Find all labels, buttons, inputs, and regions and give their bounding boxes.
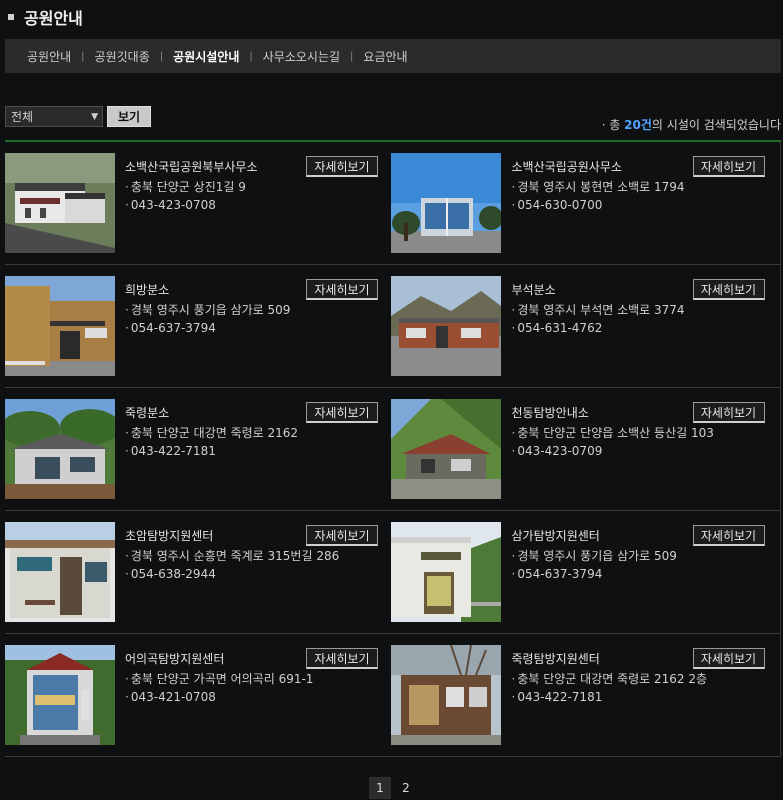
facility-photo[interactable] <box>390 153 501 253</box>
facility-photo[interactable] <box>5 276 115 376</box>
detail-button[interactable]: 자세히보기 <box>692 279 765 300</box>
facility-card: 삼가탐방지원센터 · 경북 영주시 풍기읍 삼가로 509 · 054-637-37… <box>390 511 780 634</box>
facility-phone: · 054-630-0700 <box>511 198 603 212</box>
facility-address: · 경북 영주시 봉현면 소백로 1794 <box>511 180 685 194</box>
tab-separator: | <box>159 50 164 62</box>
tab-park-info[interactable]: 공원안내 <box>27 48 71 65</box>
detail-button[interactable]: 자세히보기 <box>306 279 378 300</box>
tab-separator: | <box>350 50 354 62</box>
page-title: 공원안내 <box>8 4 83 30</box>
facility-card: 소백산국립공원북부사무소 · 충북 단양군 상진1길 9 · 043-423-070… <box>5 142 393 265</box>
category-select[interactable]: 전체 ▼ <box>5 106 103 127</box>
facility-phone: · 043-422-7181 <box>511 690 603 704</box>
sub-navigation: 공원안내 | 공원깃대종 | 공원시설안내 | 사무소오시는길 | 요금안내 <box>5 39 781 73</box>
facility-card: 죽령탐방지원센터 · 충북 단양군 대강면 죽령로 2162 2층 · 043-42… <box>390 634 780 757</box>
facility-photo[interactable] <box>390 276 501 376</box>
facility-photo[interactable] <box>5 522 115 622</box>
tab-separator: | <box>81 50 85 62</box>
facility-phone: · 043-421-0708 <box>125 690 216 704</box>
chevron-down-icon: ▼ <box>91 111 98 122</box>
facility-row: 어의곡탐방지원센터 · 충북 단양군 가곡면 어의곡리 691-1 · 043-42… <box>5 634 780 757</box>
pagination: 1 2 <box>369 777 417 799</box>
facility-card: 죽령분소 · 충북 단양군 대강면 죽령로 2162 · 043-422-7181 … <box>5 388 393 511</box>
facility-address: · 경북 영주시 풍기읍 삼가로 509 <box>125 303 291 317</box>
facility-photo[interactable] <box>5 153 115 253</box>
facility-photo[interactable] <box>390 522 501 622</box>
facility-card: 부석분소 · 경북 영주시 부석면 소백로 3774 · 054-631-4762 … <box>390 265 780 388</box>
category-select-value: 전체 <box>11 110 34 124</box>
facility-address: · 충북 단양군 상진1길 9 <box>125 180 246 194</box>
facility-row: 소백산국립공원북부사무소 · 충북 단양군 상진1길 9 · 043-423-070… <box>5 142 780 265</box>
detail-button[interactable]: 자세히보기 <box>306 402 378 423</box>
page-link[interactable]: 2 <box>395 777 417 799</box>
facility-phone: · 054-637-3794 <box>125 321 216 335</box>
facility-card: 천동탐방안내소 · 충북 단양군 단양읍 소백산 등산길 103 · 043-423… <box>390 388 780 511</box>
facility-phone: · 054-631-4762 <box>511 321 603 335</box>
facility-row: 죽령분소 · 충북 단양군 대강면 죽령로 2162 · 043-422-7181 … <box>5 388 780 511</box>
result-count: · 총 20건의 시설이 검색되었습니다 <box>602 116 781 133</box>
facility-address: · 충북 단양군 대강면 죽령로 2162 <box>125 426 299 440</box>
result-suffix: 의 시설이 검색되었습니다 <box>651 118 781 132</box>
facility-photo[interactable] <box>390 645 501 745</box>
facility-address: · 충북 단양군 대강면 죽령로 2162 2층 <box>511 672 708 686</box>
facility-photo[interactable] <box>5 645 115 745</box>
filter-row: 전체 ▼ 보기 <box>5 106 152 127</box>
detail-button[interactable]: 자세히보기 <box>692 525 765 546</box>
facility-address: · 경북 영주시 풍기읍 삼가로 509 <box>511 549 677 563</box>
tab-directions[interactable]: 사무소오시는길 <box>263 48 340 65</box>
view-button[interactable]: 보기 <box>107 106 152 127</box>
facility-address: · 충북 단양군 가곡면 어의곡리 691-1 <box>125 672 314 686</box>
facility-phone: · 054-637-3794 <box>511 567 603 581</box>
tab-flagship-species[interactable]: 공원깃대종 <box>95 48 150 65</box>
facility-phone: · 043-423-0709 <box>511 444 603 458</box>
detail-button[interactable]: 자세히보기 <box>306 156 378 177</box>
title-bullet-icon <box>8 14 14 20</box>
facility-row: 초암탐방지원센터 · 경북 영주시 순흥면 죽계로 315번길 286 · 054-… <box>5 511 780 634</box>
facility-list: 소백산국립공원북부사무소 · 충북 단양군 상진1길 9 · 043-423-070… <box>5 142 781 757</box>
facility-photo[interactable] <box>5 399 115 499</box>
page-title-text: 공원안내 <box>24 9 83 28</box>
facility-card: 소백산국립공원사무소 · 경북 영주시 봉현면 소백로 1794 · 054-630… <box>390 142 780 265</box>
page-link-current[interactable]: 1 <box>369 777 391 799</box>
detail-button[interactable]: 자세히보기 <box>692 156 765 177</box>
tab-separator: | <box>249 50 253 62</box>
facility-phone: · 054-638-2944 <box>125 567 216 581</box>
result-count-number: 20건 <box>624 118 652 132</box>
detail-button[interactable]: 자세히보기 <box>692 648 765 669</box>
facility-card: 희방분소 · 경북 영주시 풍기읍 삼가로 509 · 054-637-3794 자… <box>5 265 393 388</box>
facility-phone: · 043-423-0708 <box>125 198 216 212</box>
facility-address: · 경북 영주시 부석면 소백로 3774 <box>511 303 685 317</box>
result-prefix: · 총 <box>601 118 625 132</box>
facility-address: · 충북 단양군 단양읍 소백산 등산길 103 <box>511 426 714 440</box>
facility-phone: · 043-422-7181 <box>125 444 216 458</box>
facility-card: 초암탐방지원센터 · 경북 영주시 순흥면 죽계로 315번길 286 · 054-… <box>5 511 393 634</box>
facility-photo[interactable] <box>390 399 501 499</box>
detail-button[interactable]: 자세히보기 <box>306 525 378 546</box>
facility-row: 희방분소 · 경북 영주시 풍기읍 삼가로 509 · 054-637-3794 자… <box>5 265 780 388</box>
tab-facilities[interactable]: 공원시설안내 <box>173 48 239 65</box>
detail-button[interactable]: 자세히보기 <box>306 648 378 669</box>
tab-fees[interactable]: 요금안내 <box>363 48 407 65</box>
facility-address: · 경북 영주시 순흥면 죽계로 315번길 286 <box>125 549 340 563</box>
facility-card: 어의곡탐방지원센터 · 충북 단양군 가곡면 어의곡리 691-1 · 043-42… <box>5 634 393 757</box>
detail-button[interactable]: 자세히보기 <box>692 402 765 423</box>
